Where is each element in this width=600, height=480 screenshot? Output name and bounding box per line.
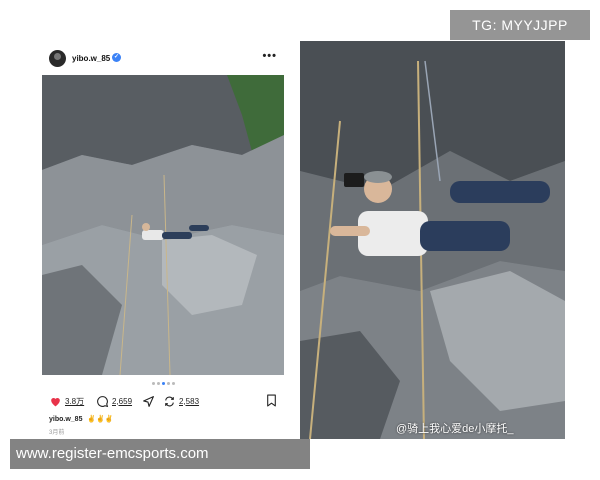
caption-username[interactable]: yibo.w_85 bbox=[49, 416, 82, 423]
carousel-dot[interactable] bbox=[171, 382, 175, 385]
repost-icon bbox=[165, 396, 174, 406]
action-bar: 3.8万 2,659 2,583 bbox=[49, 393, 279, 409]
like-count: 3.8万 bbox=[65, 396, 85, 406]
post-header: yibo.w_85 ✓ ••• bbox=[41, 47, 285, 73]
comment-button[interactable]: 2,659 bbox=[96, 393, 132, 409]
like-button[interactable]: 3.8万 bbox=[49, 393, 84, 409]
carousel-dot-active[interactable] bbox=[161, 382, 165, 385]
comment-icon bbox=[97, 395, 109, 407]
post-caption: yibo.w_85 ✌✌✌ bbox=[49, 415, 114, 423]
post-photo[interactable] bbox=[42, 75, 284, 375]
carousel-dots bbox=[41, 382, 285, 385]
caption-emoji: ✌✌✌ bbox=[87, 416, 114, 423]
repost-count: 2,583 bbox=[179, 396, 200, 406]
avatar[interactable] bbox=[49, 50, 66, 67]
weibo-watermark: @骑上我心爱de小摩托_ bbox=[396, 423, 514, 435]
bookmark-icon[interactable] bbox=[266, 394, 277, 407]
heart-icon bbox=[51, 397, 60, 406]
post-timestamp: 3月前 bbox=[49, 430, 65, 436]
site-url-watermark: www.register-emcsports.com bbox=[10, 439, 310, 469]
carousel-dot[interactable] bbox=[156, 382, 160, 385]
instagram-post-card: yibo.w_85 ✓ ••• 3.8万 2,659 2,583 yibo.w_… bbox=[41, 45, 285, 445]
zoomed-climbing-photo bbox=[300, 41, 565, 439]
repost-button[interactable]: 2,583 bbox=[163, 393, 199, 409]
telegram-watermark: TG: MYYJJPP bbox=[450, 10, 590, 40]
carousel-dot[interactable] bbox=[151, 382, 155, 385]
comment-count: 2,659 bbox=[112, 396, 133, 406]
send-icon bbox=[143, 395, 154, 407]
more-horizontal-icon[interactable]: ••• bbox=[262, 50, 277, 62]
post-username[interactable]: yibo.w_85 bbox=[72, 54, 110, 63]
carousel-dot[interactable] bbox=[166, 382, 170, 385]
share-button[interactable] bbox=[142, 393, 158, 409]
verified-badge-icon: ✓ bbox=[112, 53, 121, 62]
